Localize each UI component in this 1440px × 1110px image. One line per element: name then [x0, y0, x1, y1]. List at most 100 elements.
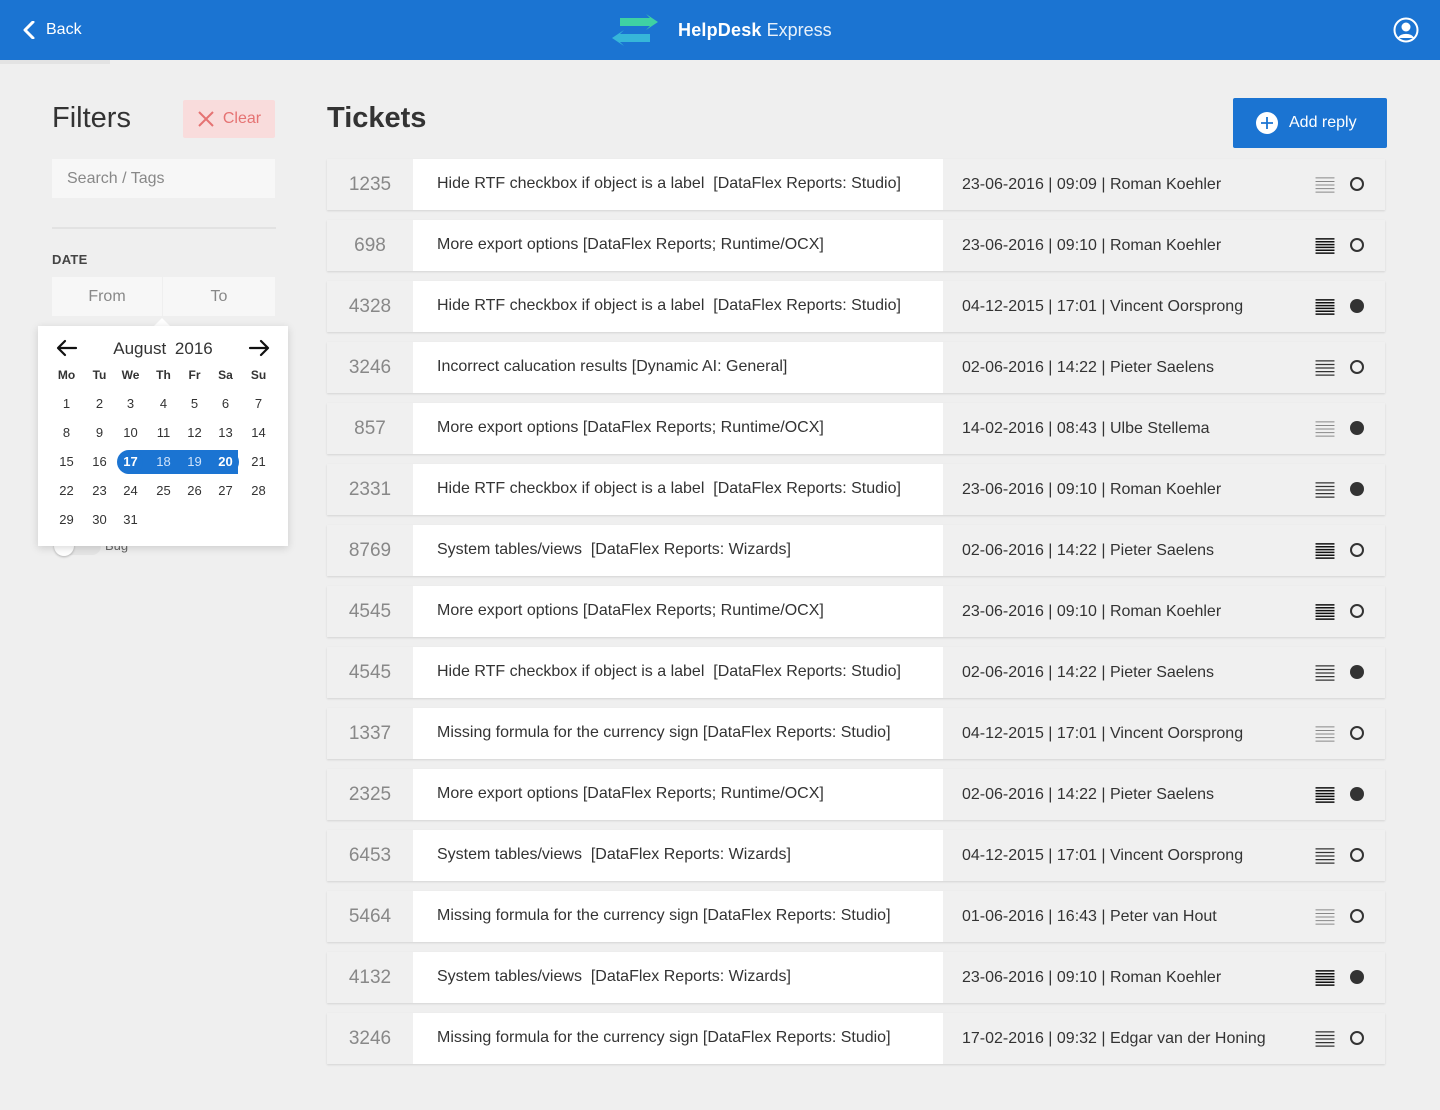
calendar-day[interactable]: 2	[83, 392, 116, 416]
calendar-day[interactable]: 26	[178, 479, 211, 503]
calendar-day[interactable]: 25	[147, 479, 180, 503]
ticket-subject: Hide RTF checkbox if object is a label […	[437, 663, 901, 680]
ticket-row[interactable]: 4545 Hide RTF checkbox if object is a lab…	[327, 647, 1385, 698]
calendar-day[interactable]: 17	[114, 450, 147, 474]
tickets-title: Tickets	[327, 102, 427, 134]
back-button[interactable]: Back	[22, 18, 82, 42]
ticket-row[interactable]: 5464 Missing formula for the currency sig…	[327, 891, 1385, 942]
ticket-row[interactable]: 8769 System tables/views [DataFlex Report…	[327, 525, 1385, 576]
ticket-id: 2325	[327, 769, 413, 820]
calendar-day[interactable]: 7	[242, 392, 275, 416]
close-icon	[198, 111, 214, 127]
calendar-day[interactable]: 28	[242, 479, 275, 503]
status-dot-icon	[1350, 299, 1364, 313]
calendar-day[interactable]: 24	[114, 479, 147, 503]
calendar-day[interactable]: 11	[147, 421, 180, 445]
ticket-id: 4132	[327, 952, 413, 1003]
helpdesk-logo-icon	[612, 14, 658, 46]
calendar-day[interactable]: 10	[114, 421, 147, 445]
priority-lines-icon	[1315, 421, 1335, 437]
calendar-day[interactable]: 30	[83, 508, 116, 532]
calendar-day[interactable]: 6	[209, 392, 242, 416]
ticket-row[interactable]: 2325 More export options [DataFlex Report…	[327, 769, 1385, 820]
brand-suffix: Express	[766, 19, 832, 40]
ticket-subject: Missing formula for the currency sign [D…	[437, 907, 891, 924]
ticket-row[interactable]: 698 More export options [DataFlex Reports…	[327, 220, 1385, 271]
arrow-right-icon[interactable]	[247, 338, 271, 358]
ticket-row[interactable]: 3246 Incorrect calucation results [Dynami…	[327, 342, 1385, 393]
status-dot-icon	[1350, 604, 1364, 618]
calendar-day[interactable]: 4	[147, 392, 180, 416]
ticket-subject: Hide RTF checkbox if object is a label […	[437, 297, 901, 314]
calendar-day[interactable]: 12	[178, 421, 211, 445]
calendar-month: August	[113, 339, 167, 358]
priority-lines-icon	[1315, 665, 1335, 681]
ticket-subject: System tables/views [DataFlex Reports: W…	[437, 541, 791, 558]
ticket-meta: 23-06-2016 | 09:10 | Roman Koehler	[962, 603, 1222, 620]
calendar-day[interactable]: 13	[209, 421, 242, 445]
status-dot-icon	[1350, 726, 1364, 740]
calendar-day[interactable]: 21	[242, 450, 275, 474]
calendar-day[interactable]: 18	[147, 450, 180, 474]
calendar-day[interactable]: 23	[83, 479, 116, 503]
calendar-day[interactable]: 5	[178, 392, 211, 416]
calendar-day[interactable]: 29	[50, 508, 83, 532]
search-tags-input[interactable]	[52, 159, 275, 198]
priority-lines-icon	[1315, 787, 1335, 803]
calendar-day[interactable]: 31	[114, 508, 147, 532]
status-dot-icon	[1350, 238, 1364, 252]
brand-name: HelpDesk	[678, 19, 762, 40]
calendar-day[interactable]: 19	[178, 450, 211, 474]
ticket-row[interactable]: 1337 Missing formula for the currency sig…	[327, 708, 1385, 759]
ticket-id: 2331	[327, 464, 413, 515]
brand-logo: HelpDesk Express	[606, 14, 832, 46]
status-dot-icon	[1350, 970, 1364, 984]
ticket-subject: Hide RTF checkbox if object is a label […	[437, 480, 901, 497]
ticket-row[interactable]: 2331 Hide RTF checkbox if object is a lab…	[327, 464, 1385, 515]
ticket-row[interactable]: 6453 System tables/views [DataFlex Report…	[327, 830, 1385, 881]
ticket-meta: 23-06-2016 | 09:10 | Roman Koehler	[962, 237, 1222, 254]
ticket-row[interactable]: 1235 Hide RTF checkbox if object is a lab…	[327, 159, 1385, 210]
ticket-row[interactable]: 4545 More export options [DataFlex Report…	[327, 586, 1385, 637]
calendar-day[interactable]: 1	[50, 392, 83, 416]
date-from-field[interactable]: From	[52, 277, 162, 316]
clear-label: Clear	[222, 110, 262, 127]
status-dot-icon	[1350, 848, 1364, 862]
ticket-id: 8769	[327, 525, 413, 576]
priority-lines-icon	[1315, 604, 1335, 620]
ticket-row[interactable]: 4328 Hide RTF checkbox if object is a lab…	[327, 281, 1385, 332]
ticket-id: 3246	[327, 1013, 413, 1064]
ticket-meta: 23-06-2016 | 09:10 | Roman Koehler	[962, 481, 1222, 498]
ticket-row[interactable]: 4132 System tables/views [DataFlex Report…	[327, 952, 1385, 1003]
weekday-header: Su	[250, 368, 267, 382]
calendar-day[interactable]: 22	[50, 479, 83, 503]
calendar-day[interactable]: 8	[50, 421, 83, 445]
add-reply-button[interactable]: Add reply	[1233, 98, 1387, 148]
calendar-day[interactable]: 20	[209, 450, 242, 474]
ticket-id: 1337	[327, 708, 413, 759]
status-dot-icon	[1350, 909, 1364, 923]
calendar-day[interactable]: 16	[83, 450, 116, 474]
date-to-field[interactable]: To	[163, 277, 275, 316]
ticket-row[interactable]: 857 More export options [DataFlex Reports…	[327, 403, 1385, 454]
ticket-id: 6453	[327, 830, 413, 881]
user-account-icon[interactable]	[1393, 17, 1419, 43]
calendar-day[interactable]: 3	[114, 392, 147, 416]
ticket-meta: 17-02-2016 | 09:32 | Edgar van der Honin…	[962, 1030, 1266, 1047]
status-dot-icon	[1350, 787, 1364, 801]
ticket-meta: 23-06-2016 | 09:09 | Roman Koehler	[962, 176, 1222, 193]
calendar-day[interactable]: 14	[242, 421, 275, 445]
ticket-subject: More export options [DataFlex Reports; R…	[437, 419, 824, 436]
top-bar: Back HelpDesk Express	[0, 0, 1440, 60]
date-filter-label: DATE	[52, 252, 88, 267]
calendar-day[interactable]: 27	[209, 479, 242, 503]
calendar-day[interactable]: 15	[50, 450, 83, 474]
status-dot-icon	[1350, 360, 1364, 374]
ticket-subject: More export options [DataFlex Reports; R…	[437, 785, 824, 802]
header-shadow	[0, 60, 110, 64]
priority-lines-icon	[1315, 299, 1335, 315]
ticket-row[interactable]: 3246 Missing formula for the currency sig…	[327, 1013, 1385, 1064]
calendar-day[interactable]: 9	[83, 421, 116, 445]
clear-filters-button[interactable]: Clear	[183, 100, 275, 138]
weekday-header: Th	[156, 368, 171, 382]
